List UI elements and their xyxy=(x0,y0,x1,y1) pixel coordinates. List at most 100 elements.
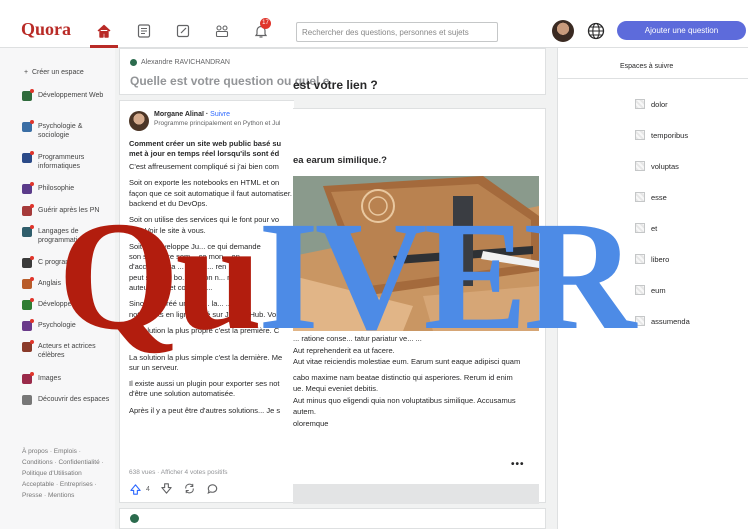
sidebar-item-philosophie[interactable]: Philosophie xyxy=(22,182,112,194)
space-label: esse xyxy=(651,192,667,202)
author-name[interactable]: Morgane Alinaï xyxy=(154,111,204,118)
sidebar-item-programmeurs[interactable]: Programmeurs informatiques xyxy=(22,151,112,171)
write-icon[interactable] xyxy=(170,18,196,44)
create-space-label: Créer un espace xyxy=(31,69,84,76)
downvote-icon xyxy=(161,483,172,494)
answer-stats[interactable]: 638 vues · Afficher 4 votes positifs xyxy=(129,469,228,476)
sidebar-item-label: Guérir après les PN xyxy=(38,207,100,214)
ask-prompt-overlay-text: est votre lien ? xyxy=(293,78,378,92)
space-suggestion[interactable]: eum xyxy=(635,285,666,295)
sidebar-item-acteurs[interactable]: Acteurs et actrices célèbres xyxy=(22,340,112,360)
space-thumbnail xyxy=(635,192,645,202)
answer-card: Morgane Alinaï · Suivre Programme princi… xyxy=(119,100,295,503)
share-icon xyxy=(185,483,194,494)
answer-line: site. Voir le site à vous. xyxy=(129,225,206,235)
author-avatar[interactable] xyxy=(129,111,149,131)
space-icon xyxy=(22,340,34,352)
answer-line: réactif. xyxy=(129,336,152,346)
sidebar-item-label: Images xyxy=(38,375,61,382)
space-icon xyxy=(22,298,34,310)
author-avatar[interactable] xyxy=(130,514,139,523)
spaces-icon[interactable] xyxy=(209,18,235,44)
answer-line: Aut vitae reiciendis molestiae eum. Earu… xyxy=(293,357,521,366)
space-suggestion[interactable]: voluptas xyxy=(635,161,679,171)
compass-icon xyxy=(22,395,32,405)
ask-prompt-overlay: est votre lien ? xyxy=(293,74,546,102)
answer-line: backend et du DevOps. xyxy=(129,198,208,208)
answer-line: Aut minus quo eligendi quia non voluptat… xyxy=(293,395,516,405)
space-icon xyxy=(22,204,34,216)
sidebar-item-langages[interactable]: Langages de programmation xyxy=(22,225,112,245)
sidebar-item-developpement[interactable]: Développement xyxy=(22,298,112,310)
share-button[interactable] xyxy=(183,482,196,497)
space-label: dolor xyxy=(651,99,668,109)
sidebar-item-label: Langages de programmation xyxy=(38,228,86,244)
answer-line: d'être une solution automatisée. xyxy=(129,389,236,399)
space-thumbnail xyxy=(635,223,645,233)
space-label: voluptas xyxy=(651,161,679,171)
space-thumbnail xyxy=(635,161,645,171)
left-sidebar: + Créer un espace Développement Web Psyc… xyxy=(0,48,115,529)
comments-bar[interactable] xyxy=(293,484,539,504)
sidebar-item-c-programming[interactable]: C programming xyxy=(22,256,112,268)
space-suggestion[interactable]: dolor xyxy=(635,99,668,109)
answer-line: ... ratione conse... tatur pariatur ve..… xyxy=(293,334,422,343)
more-options-icon[interactable]: ••• xyxy=(511,459,525,470)
top-bar: Quora 17 Ajouter une question xyxy=(0,0,748,48)
follow-link[interactable]: Suivre xyxy=(210,111,230,118)
space-thumbnail xyxy=(635,254,645,264)
sidebar-item-anglais[interactable]: Anglais xyxy=(22,277,112,289)
space-icon xyxy=(22,182,34,194)
answer-line: notebooks en ligne basé sur JupyterHub. … xyxy=(129,309,278,319)
space-label: libero xyxy=(651,254,670,264)
space-suggestion[interactable]: assumenda xyxy=(635,316,690,326)
space-label: temporibus xyxy=(651,130,689,140)
sidebar-item-label: Développement xyxy=(38,301,88,308)
language-globe-icon[interactable] xyxy=(586,21,606,41)
sidebar-item-psychologie[interactable]: Psychologie xyxy=(22,319,112,331)
profile-avatar[interactable] xyxy=(552,20,574,42)
create-space-link[interactable]: + Créer un espace xyxy=(24,69,84,76)
add-question-button[interactable]: Ajouter une question xyxy=(617,21,746,40)
space-icon xyxy=(22,277,34,289)
question-title[interactable]: Comment créer un site web public basé su… xyxy=(129,139,295,159)
space-icon xyxy=(22,151,34,163)
author-credential: Programme principalement en Python et Ju… xyxy=(154,120,281,127)
sidebar-item-label: Anglais xyxy=(38,280,61,287)
space-icon xyxy=(22,120,34,132)
sidebar-item-guerir[interactable]: Guérir après les PN xyxy=(22,204,112,216)
footer-links[interactable]: À propos · Emplois · Conditions · Confid… xyxy=(22,446,107,501)
space-suggestion[interactable]: libero xyxy=(635,254,669,264)
answers-icon[interactable] xyxy=(131,18,157,44)
sidebar-item-label: Psychologie & sociologie xyxy=(38,123,83,139)
plus-icon: + xyxy=(24,69,29,76)
answer-line: Après il y a peut être d'autres solution… xyxy=(129,405,281,415)
answer-line: auteur ... er et co... cter... xyxy=(129,283,213,292)
sidebar-item-decouvrir[interactable]: Découvrir des espaces xyxy=(22,395,112,405)
space-label: assumenda xyxy=(651,316,690,326)
comment-button[interactable] xyxy=(206,482,219,497)
sidebar-item-label: Acteurs et actrices célèbres xyxy=(38,343,96,359)
answer-image xyxy=(293,176,539,331)
search-input[interactable] xyxy=(296,22,498,42)
right-sidebar: Espaces à suivre dolor temporibus voluptas… xyxy=(557,48,748,529)
sidebar-item-dev-web[interactable]: Développement Web xyxy=(22,89,112,101)
quora-logo[interactable]: Quora xyxy=(21,20,71,38)
answer-card-overlay: ea earum similique.? ... ratione conse..… xyxy=(293,108,546,504)
space-thumbnail xyxy=(635,99,645,109)
answer-line: autem. xyxy=(293,407,316,416)
home-icon[interactable] xyxy=(91,18,117,44)
space-icon xyxy=(22,256,34,268)
sidebar-item-images[interactable]: Images xyxy=(22,372,112,384)
space-suggestion[interactable]: esse xyxy=(635,192,667,202)
downvote-button[interactable] xyxy=(160,482,173,497)
sidebar-item-label: C programming xyxy=(38,259,87,266)
space-icon xyxy=(22,319,34,331)
space-suggestion[interactable]: et xyxy=(635,223,657,233)
sidebar-item-psychologie-sociologie[interactable]: Psychologie & sociologie xyxy=(22,120,112,140)
upvote-button[interactable]: 4 xyxy=(129,483,150,496)
upvote-count: 4 xyxy=(146,486,150,493)
sidebar-item-label: Programmeurs informatiques xyxy=(38,154,85,170)
space-suggestion[interactable]: temporibus xyxy=(635,130,688,140)
question-title[interactable]: ea earum similique.? xyxy=(293,155,387,166)
